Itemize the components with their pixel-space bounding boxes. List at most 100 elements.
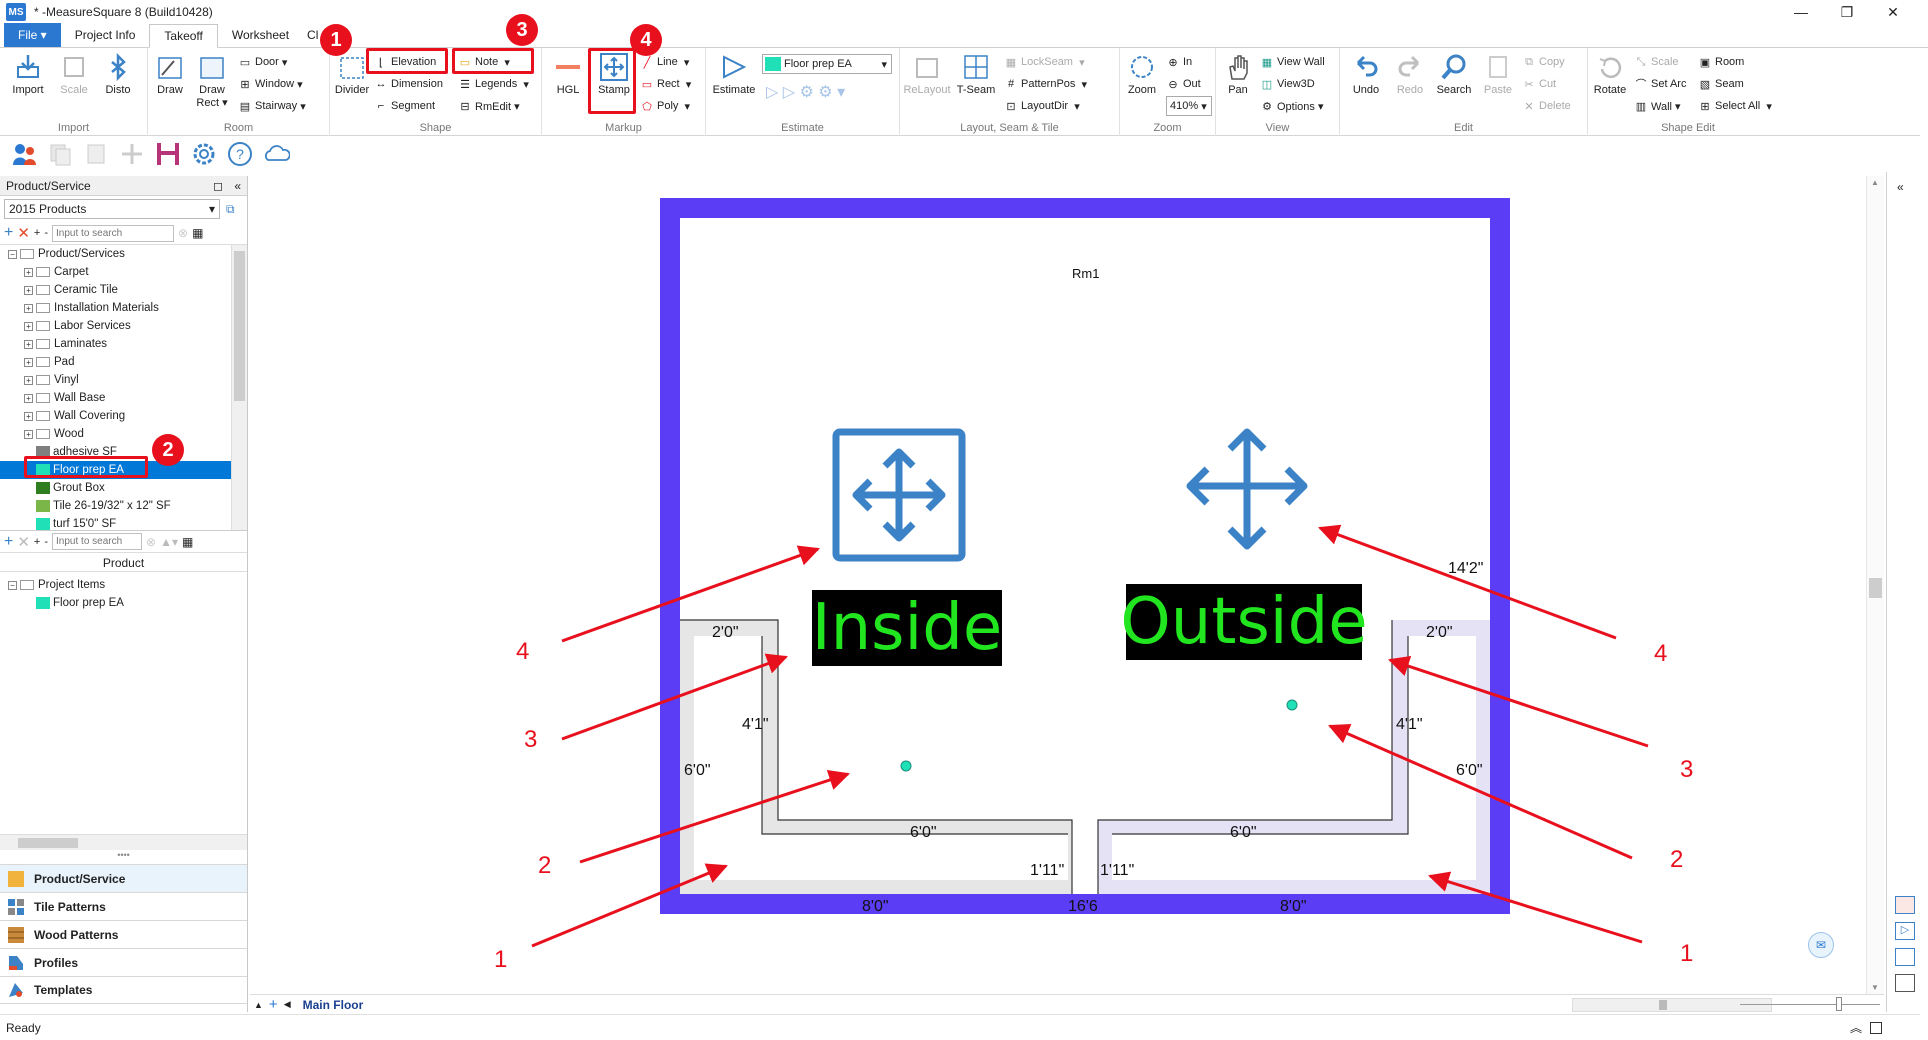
outside-product-marker[interactable] <box>1286 699 1298 711</box>
zoom-level-select[interactable]: 410% ▾ <box>1166 96 1212 116</box>
tab-file[interactable]: File ▾ <box>4 23 61 47</box>
tree-category[interactable]: + Wall Base <box>0 389 247 407</box>
collapse-up-icon[interactable]: ︽ <box>1850 1019 1862 1036</box>
export-icon[interactable] <box>82 140 110 168</box>
tab-worksheet[interactable]: Worksheet <box>218 23 303 47</box>
fullscreen-icon[interactable] <box>1870 1021 1882 1034</box>
select-all-button[interactable]: ⊞ Select All ▾ <box>1698 96 1772 116</box>
grid-view-icon[interactable]: ▦ <box>192 226 203 240</box>
scale-button[interactable]: Scale <box>52 52 96 112</box>
tree-product[interactable]: Grout Box <box>0 479 247 497</box>
add-icon[interactable]: + <box>4 533 13 551</box>
tree-category[interactable]: + Ceramic Tile <box>0 281 247 299</box>
hgl-button[interactable]: HGL <box>546 52 590 112</box>
tree-category[interactable]: + Wood <box>0 425 247 443</box>
layoutdir-button[interactable]: ⊡ LayoutDir ▾ <box>1004 96 1079 116</box>
elevation-button[interactable]: ⌊ Elevation <box>374 52 436 72</box>
draw-button[interactable]: Draw <box>148 52 192 112</box>
canvas-hscrollbar-thumb[interactable] <box>1659 1000 1667 1010</box>
tree-category[interactable]: + Vinyl <box>0 371 247 389</box>
move-up-icon[interactable]: + <box>34 227 40 239</box>
scroll-down-icon[interactable]: ▼ <box>1871 983 1879 992</box>
clear-search-icon[interactable]: ⊗ <box>146 535 156 549</box>
add-sheet-icon[interactable]: + <box>269 996 278 1013</box>
divider-button[interactable]: Divider <box>330 52 374 112</box>
rmedit-button[interactable]: ⊟ RmEdit ▾ <box>458 96 519 116</box>
tree-scrollbar[interactable] <box>231 245 247 530</box>
dim-left-inner[interactable]: 4'1" <box>742 716 769 734</box>
disto-button[interactable]: Disto <box>96 52 140 112</box>
copy-doc-icon[interactable] <box>46 140 74 168</box>
dim-left-step[interactable]: 1'11" <box>1030 862 1064 880</box>
catalog-select[interactable]: 2015 Products ▾ <box>4 199 220 219</box>
project-item[interactable]: Floor prep EA <box>0 594 247 612</box>
collapse-icon[interactable]: « <box>234 179 241 193</box>
canvas-vscrollbar[interactable]: ▲ ▼ <box>1866 176 1884 994</box>
chat-icon[interactable]: ✉ <box>1808 932 1834 958</box>
tab-takeoff[interactable]: Takeoff <box>149 24 218 48</box>
expand-icon[interactable]: + <box>24 285 33 295</box>
legends-button[interactable]: ☰ Legends ▾ <box>458 74 529 94</box>
copy-button[interactable]: ⧉ Copy <box>1522 52 1565 72</box>
expand-panel-icon[interactable]: « <box>1897 180 1904 194</box>
hscrollbar-thumb[interactable] <box>18 838 78 848</box>
clear-search-icon[interactable]: ⊗ <box>178 226 188 240</box>
dim-left-outer[interactable]: 6'0" <box>684 762 711 780</box>
canvas-hscrollbar[interactable] <box>1572 998 1772 1012</box>
save-icon[interactable] <box>154 140 182 168</box>
tree-scrollbar-thumb[interactable] <box>234 251 245 401</box>
dim-right-step[interactable]: 1'11" <box>1100 862 1134 880</box>
view3d-button[interactable]: ◫ View3D <box>1260 74 1315 94</box>
splitter-grip[interactable]: •••• <box>0 850 247 864</box>
dim-left-mid[interactable]: 6'0" <box>910 824 937 842</box>
estimate-button[interactable]: Estimate <box>708 52 760 112</box>
tree-category[interactable]: + Laminates <box>0 335 247 353</box>
outside-label[interactable]: Outside <box>1120 584 1368 660</box>
segment-button[interactable]: ⌐ Segment <box>374 96 435 116</box>
nav-tile-patterns[interactable]: Tile Patterns <box>0 892 247 920</box>
expand-icon[interactable]: + <box>24 411 33 421</box>
dim-right-inner[interactable]: 4'1" <box>1396 716 1423 734</box>
pan-button[interactable]: Pan <box>1216 52 1260 112</box>
tree-category[interactable]: + Installation Materials <box>0 299 247 317</box>
close-button[interactable]: ✕ <box>1870 0 1916 24</box>
dim-right-mid[interactable]: 6'0" <box>1230 824 1257 842</box>
tree-category[interactable]: + Wall Covering <box>0 407 247 425</box>
project-hscrollbar[interactable] <box>0 834 247 850</box>
window-button[interactable]: ⊞ Window ▾ <box>238 74 302 94</box>
add-icon[interactable]: + <box>4 224 13 242</box>
window-panel-icon[interactable] <box>1895 974 1915 992</box>
help-icon[interactable]: ? <box>226 140 254 168</box>
poly-button[interactable]: ⬠ Poly ▾ <box>640 96 690 116</box>
layers-icon[interactable] <box>1895 896 1915 914</box>
drawing-canvas[interactable]: Rm1 Inside Outside 14'2" 2'0" 4'1" 6'0" … <box>250 176 1866 994</box>
draw-rect-button[interactable]: Draw Rect ▾ <box>190 52 234 112</box>
tab-project-info[interactable]: Project Info <box>61 23 150 47</box>
sheet-nav-left-icon[interactable]: ◀ <box>284 999 291 1010</box>
panel-icon[interactable] <box>1895 948 1915 966</box>
sheet-nav-up-icon[interactable]: ▲ <box>254 1000 263 1010</box>
move-down-icon[interactable]: - <box>44 227 48 239</box>
maximize-button[interactable]: ❐ <box>1824 0 1870 24</box>
dim-gap[interactable]: 16'6 <box>1068 898 1098 916</box>
cloud-icon[interactable] <box>262 140 290 168</box>
play-panel-icon[interactable]: ▷ <box>1895 922 1915 940</box>
tseam-button[interactable]: T-Seam <box>954 52 998 112</box>
rect-button[interactable]: ▭ Rect ▾ <box>640 74 691 94</box>
dim-top-right[interactable]: 14'2" <box>1448 560 1483 578</box>
move-down-icon[interactable]: - <box>44 536 48 548</box>
options-button[interactable]: ⚙ Options ▾ <box>1260 96 1323 116</box>
rotate-button[interactable]: Rotate <box>1588 52 1632 112</box>
dim-left-top[interactable]: 2'0" <box>712 624 739 642</box>
project-search-input[interactable] <box>52 533 143 550</box>
tree-product[interactable]: Tile 26-19/32" x 12" SF <box>0 497 247 515</box>
delete-icon[interactable]: ✕ <box>17 224 30 242</box>
expand-icon[interactable]: + <box>24 303 33 313</box>
expand-icon[interactable]: + <box>24 357 33 367</box>
project-root[interactable]: − Project Items <box>0 576 247 594</box>
play-button[interactable]: ▷ ▷ ⚙ ⚙ ▾ <box>766 82 845 102</box>
patternpos-button[interactable]: # PatternPos ▾ <box>1004 74 1087 94</box>
zoom-in-button[interactable]: ⊕ In <box>1166 52 1192 72</box>
minimize-button[interactable]: — <box>1778 0 1824 24</box>
dim-right-outer[interactable]: 6'0" <box>1456 762 1483 780</box>
